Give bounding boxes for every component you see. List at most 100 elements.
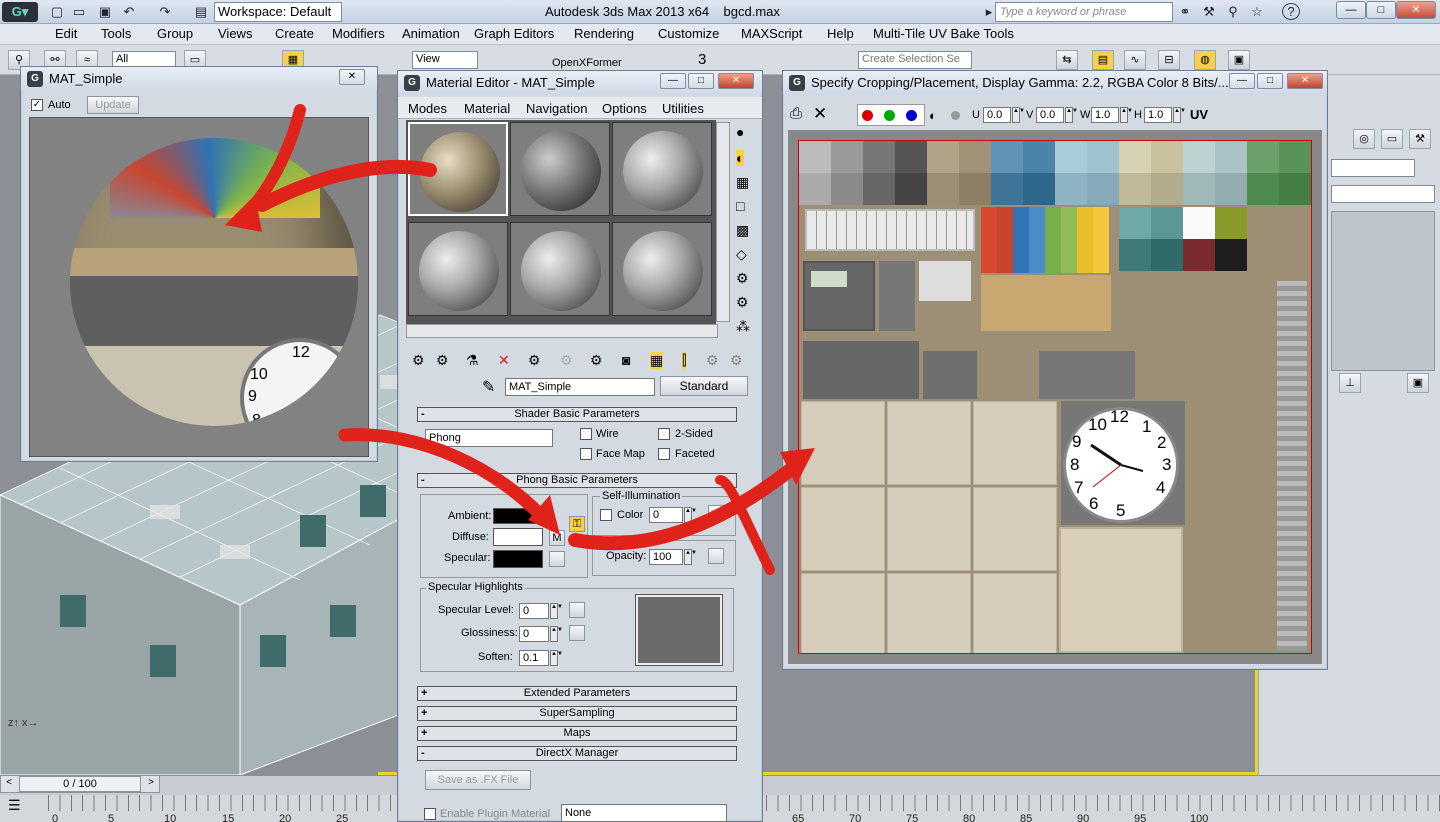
curve-editor-icon[interactable]: ∿ [1124, 50, 1146, 70]
close-x-icon[interactable]: ✕ [813, 104, 833, 124]
self-illum-map-button[interactable] [708, 505, 724, 521]
search-input[interactable]: Type a keyword or phrase [995, 2, 1173, 22]
faceted-checkbox[interactable] [658, 448, 670, 460]
self-illum-color-checkbox[interactable] [600, 509, 612, 521]
extended-params-rollout[interactable]: + Extended Parameters [417, 686, 737, 701]
spinner-arrows-icon[interactable]: ▲▼ [1120, 107, 1133, 123]
specular-color-swatch[interactable] [493, 550, 543, 568]
crop-close-button[interactable]: ✕ [1287, 73, 1323, 89]
modifier-list-dropdown[interactable] [1331, 185, 1435, 203]
phong-basic-rollout[interactable]: - Phong Basic Parameters [417, 473, 737, 488]
preview-title-bar[interactable]: MAT_Simple [21, 67, 377, 91]
save-as-fx-button[interactable]: Save as .FX File [425, 770, 531, 790]
show-map-in-viewport-icon[interactable]: ▦ [650, 352, 664, 369]
pin-stack-icon[interactable]: ⊥ [1339, 373, 1361, 393]
slot-scrollbar[interactable] [406, 324, 718, 338]
maps-rollout[interactable]: + Maps [417, 726, 737, 741]
slot-vscrollbar[interactable] [716, 122, 730, 322]
green-channel-icon[interactable] [884, 110, 895, 121]
frame-counter[interactable]: 0 / 100 [19, 776, 141, 792]
menu-rendering[interactable]: Rendering [574, 26, 634, 41]
material-id-icon[interactable]: ◙ [622, 352, 630, 368]
texture-atlas[interactable]: 12 1 2 3 4 5 6 7 8 9 10 [798, 140, 1312, 654]
menu-group[interactable]: Group [157, 26, 193, 41]
time-slider[interactable]: < 0 / 100 > [0, 775, 160, 793]
plugin-material-dropdown[interactable]: None [561, 804, 727, 822]
redo-icon[interactable]: ↷ [156, 3, 174, 20]
select-by-material-icon[interactable]: ⚙ [736, 294, 749, 311]
sample-slot-1[interactable] [408, 122, 508, 216]
spinner-arrows-icon[interactable]: ▲▼ [550, 603, 563, 619]
enable-plugin-checkbox[interactable] [424, 808, 436, 820]
display-panel-icon[interactable]: ▭ [1381, 129, 1403, 149]
subscription-icon[interactable]: ⚒ [1200, 3, 1218, 20]
modifier-stack[interactable] [1331, 211, 1435, 371]
menu-animation[interactable]: Animation [402, 26, 460, 41]
open-file-icon[interactable]: ▭ [70, 3, 88, 20]
material-name-field[interactable]: MAT_Simple [505, 378, 655, 396]
crop-minimize-button[interactable]: — [1229, 73, 1255, 89]
mat-menu-modes[interactable]: Modes [408, 101, 447, 116]
shader-dropdown[interactable]: Phong [425, 429, 553, 447]
new-file-icon[interactable]: ▢ [48, 3, 66, 20]
mirror-icon[interactable]: ⇆ [1056, 50, 1078, 70]
project-folder-icon[interactable]: ▤ [192, 3, 210, 20]
configure-modifier-sets-icon[interactable]: ▣ [1407, 373, 1429, 393]
put-to-scene-icon[interactable]: ⚙ [436, 352, 449, 369]
menu-maxscript[interactable]: MAXScript [741, 26, 802, 41]
auto-checkbox[interactable]: ✓ [31, 99, 43, 111]
shader-basic-rollout[interactable]: - Shader Basic Parameters [417, 407, 737, 422]
uv-tiling-icon[interactable]: □ [736, 198, 744, 214]
menu-graph-editors[interactable]: Graph Editors [474, 26, 554, 41]
reference-coord-dropdown[interactable]: View [412, 51, 478, 69]
spinner-arrows-icon[interactable]: ▲▼ [550, 650, 563, 666]
show-end-result-icon[interactable]: ⫿ [682, 352, 687, 369]
material-navigator-icon[interactable]: ⁂ [736, 318, 750, 335]
align-icon[interactable]: ▤ [1092, 50, 1114, 70]
sample-slot-4[interactable] [408, 222, 508, 316]
key-filter-icon[interactable]: ☰ [8, 797, 32, 817]
specular-map-button[interactable] [549, 551, 565, 567]
prev-frame-icon[interactable]: < [2, 777, 16, 791]
spinner-arrows-icon[interactable]: ▲▼ [1012, 107, 1025, 123]
menu-multitile-uv-bake[interactable]: Multi-Tile UV Bake Tools [873, 26, 1014, 41]
workspace-dropdown[interactable]: Workspace: Default [214, 2, 342, 22]
sample-type-icon[interactable]: ● [736, 124, 744, 140]
menu-customize[interactable]: Customize [658, 26, 719, 41]
spinner-arrows-icon[interactable]: ▲▼ [550, 626, 563, 642]
opacity-spinner[interactable]: 100 [649, 549, 683, 565]
sample-slot-5[interactable] [510, 222, 610, 316]
named-selection-set-input[interactable]: Create Selection Se [858, 51, 972, 69]
put-to-library-icon[interactable]: ⚙ [590, 352, 603, 369]
soften-spinner[interactable]: 0.1 [519, 650, 549, 666]
go-to-parent-icon[interactable]: ⚙ [706, 352, 719, 369]
pick-material-eyedropper-icon[interactable]: ✎ [482, 377, 495, 397]
face-map-checkbox[interactable] [580, 448, 592, 460]
diffuse-color-swatch[interactable] [493, 528, 543, 546]
go-forward-sibling-icon[interactable]: ⚙ [730, 352, 743, 369]
menu-create[interactable]: Create [275, 26, 314, 41]
mat-close-button[interactable]: ✕ [718, 73, 754, 89]
blue-channel-icon[interactable] [906, 110, 917, 121]
mat-menu-navigation[interactable]: Navigation [526, 101, 587, 116]
mat-menu-utilities[interactable]: Utilities [662, 101, 704, 116]
crop-maximize-button[interactable]: □ [1257, 73, 1283, 89]
close-button[interactable]: ✕ [1396, 1, 1436, 19]
self-illum-spinner[interactable]: 0 [649, 507, 683, 523]
schematic-view-icon[interactable]: ⊟ [1158, 50, 1180, 70]
material-type-button[interactable]: Standard [660, 376, 748, 396]
red-channel-icon[interactable] [862, 110, 873, 121]
diffuse-map-button[interactable]: M [549, 530, 565, 546]
lock-icon[interactable]: ⚿ [569, 516, 585, 532]
options-icon[interactable]: ⚙ [736, 270, 749, 287]
spinner-arrows-icon[interactable]: ▲▼ [1065, 107, 1078, 123]
menu-tools[interactable]: Tools [101, 26, 131, 41]
material-editor-icon[interactable]: ◍ [1194, 50, 1216, 70]
motion-panel-icon[interactable]: ◎ [1353, 129, 1375, 149]
w-spinner[interactable]: 1.0 [1091, 107, 1119, 123]
make-preview-icon[interactable]: ◇ [736, 246, 747, 263]
update-button[interactable]: Update [87, 96, 139, 114]
snap-3-icon[interactable]: 3 [698, 51, 706, 68]
sample-slot-3[interactable] [612, 122, 712, 216]
undo-icon[interactable]: ↶ [120, 3, 138, 20]
